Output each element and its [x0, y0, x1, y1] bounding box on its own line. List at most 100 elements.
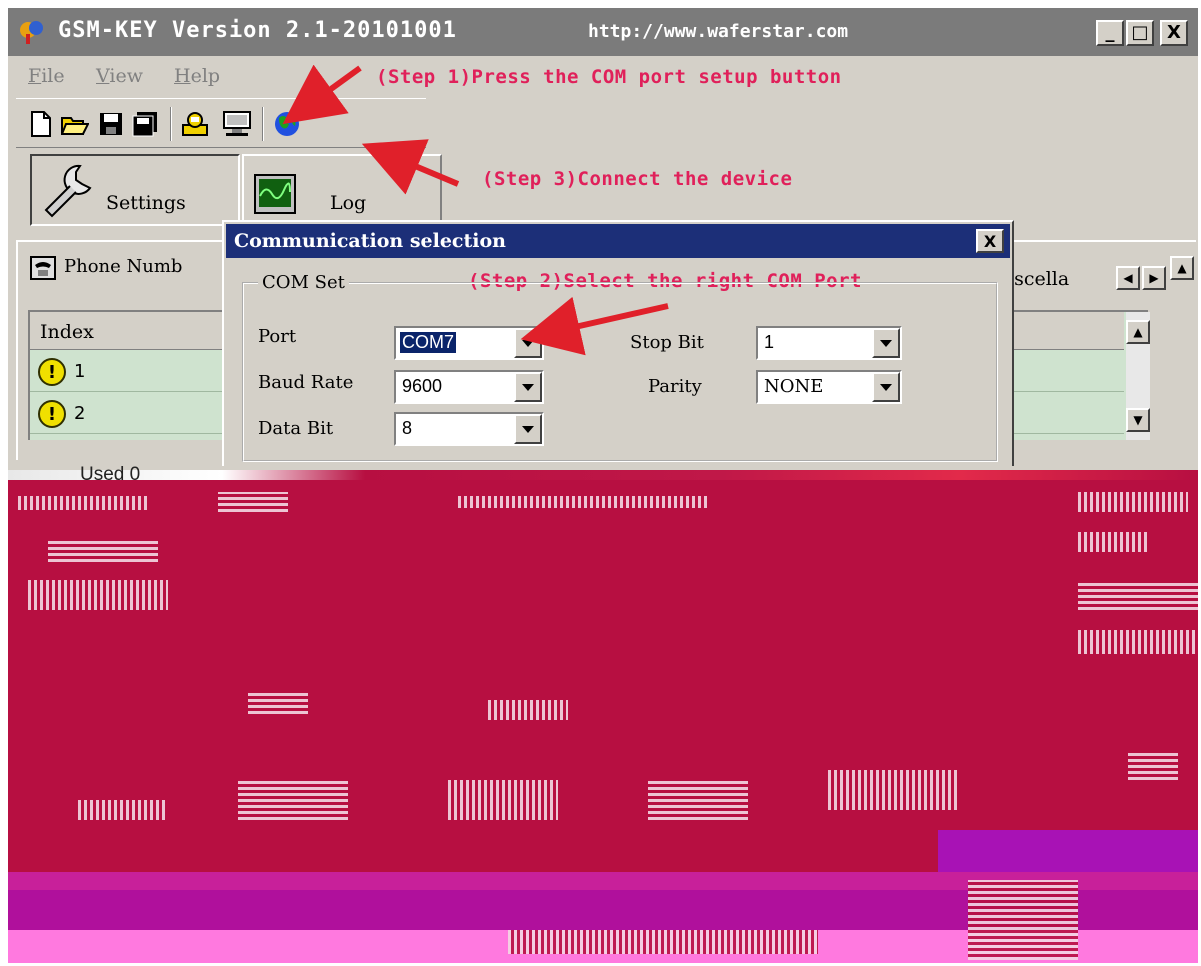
baud-rate-label: Baud Rate [258, 372, 354, 393]
window-url: http://www.waferstar.com [588, 21, 849, 42]
noise-block [828, 770, 958, 810]
tab-phone-numbers[interactable]: Phone Numb [24, 250, 234, 286]
open-button[interactable] [58, 107, 92, 141]
window-title: GSM-KEY Version 2.1-20101001 [58, 18, 457, 43]
grid-scroll-up-button[interactable]: ▲ [1126, 320, 1150, 344]
chevron-down-icon [880, 383, 892, 391]
maximize-icon: □ [1131, 22, 1149, 43]
stop-bit-value: 1 [764, 332, 775, 352]
parity-dropdown-button[interactable] [872, 372, 900, 402]
grid-scrollbar[interactable]: ▲ ▼ [1126, 312, 1150, 440]
menu-file[interactable]: File [28, 65, 65, 87]
tab-settings-label: Settings [106, 192, 186, 214]
dialog-close-button[interactable]: X [976, 229, 1004, 253]
minimize-icon: _ [1105, 22, 1115, 43]
arrow-left-icon: ◀ [1123, 271, 1133, 285]
menu-view[interactable]: View [96, 65, 143, 87]
noise-block [1078, 492, 1188, 512]
minimize-button[interactable]: _ [1096, 20, 1124, 46]
noise-block [18, 496, 148, 510]
noise-block [1078, 580, 1198, 610]
warning-icon: ! [38, 358, 66, 386]
save-all-icon [132, 112, 157, 137]
close-icon: X [983, 231, 997, 251]
noise-block [248, 690, 308, 714]
parity-select[interactable]: NONE [756, 370, 902, 404]
arrow-down-icon: ▼ [1133, 413, 1143, 427]
stop-bit-select[interactable]: 1 [756, 326, 902, 360]
panel-scroll-up-button[interactable]: ▲ [1170, 256, 1194, 280]
port-select[interactable]: COM7 [394, 326, 544, 360]
tab-settings[interactable]: Settings [30, 154, 240, 226]
tab-log-label: Log [330, 192, 367, 214]
baud-rate-select[interactable]: 9600 [394, 370, 544, 404]
app-logo-icon [20, 21, 43, 44]
chevron-down-icon [522, 339, 534, 347]
noise-block [28, 580, 168, 610]
open-folder-icon [61, 117, 89, 135]
save-all-button[interactable] [128, 107, 162, 141]
noise-block [1078, 532, 1148, 552]
connect-device-icon [223, 111, 251, 136]
baud-rate-value: 9600 [402, 376, 443, 396]
row-index: 1 [74, 361, 86, 382]
toolbar-separator [262, 107, 264, 141]
data-bit-value: 8 [402, 418, 413, 438]
noise-block [1128, 750, 1178, 780]
stop-bit-dropdown-button[interactable] [872, 328, 900, 358]
noise-block [488, 700, 568, 720]
maximize-button[interactable]: □ [1126, 20, 1154, 46]
app-window: GSM-KEY Version 2.1-20101001 http://www.… [8, 8, 1198, 963]
tab-phone-numbers-label: Phone Numb [64, 256, 183, 277]
data-bit-dropdown-button[interactable] [514, 414, 542, 444]
chevron-down-icon [522, 425, 534, 433]
port-value: COM7 [400, 332, 457, 353]
parity-label: Parity [648, 376, 702, 397]
grid-scroll-down-button[interactable]: ▼ [1126, 408, 1150, 432]
wrench-icon [44, 164, 92, 218]
noise-block [78, 800, 168, 820]
com-set-group: COM Set Port COM7 Baud Rate 9600 Data Bi… [242, 272, 998, 462]
globe-icon [275, 112, 299, 136]
noise-block [1078, 630, 1198, 654]
tab-log[interactable]: Log [242, 154, 442, 226]
noise-block [648, 780, 748, 820]
tab-miscellaneous-label[interactable]: iscella [1008, 268, 1069, 290]
row-index: 2 [74, 403, 86, 424]
toolbar-separator [170, 107, 172, 141]
new-file-icon [31, 111, 51, 137]
column-index[interactable]: Index [40, 321, 94, 343]
connect-button[interactable] [220, 107, 254, 141]
tab-scroll-left-button[interactable]: ◀ [1116, 266, 1140, 290]
save-button[interactable] [94, 107, 128, 141]
menu-help[interactable]: Help [174, 65, 220, 87]
title-bar[interactable]: GSM-KEY Version 2.1-20101001 http://www.… [8, 8, 1198, 56]
noise-block [458, 496, 708, 508]
warning-icon: ! [38, 400, 66, 428]
noise-block [218, 492, 288, 512]
data-bit-label: Data Bit [258, 418, 334, 439]
dialog-title-bar[interactable]: Communication selection X [226, 224, 1010, 258]
com-setup-button[interactable] [178, 107, 212, 141]
arrow-right-icon: ▶ [1149, 271, 1159, 285]
com-setup-icon [182, 112, 208, 136]
chevron-down-icon [522, 383, 534, 391]
tab-scroll-right-button[interactable]: ▶ [1142, 266, 1166, 290]
used-count-label: Used 0 [80, 464, 141, 485]
annotation-step1: (Step 1)Press the COM port setup button [376, 66, 842, 88]
corrupted-strip [8, 470, 1198, 480]
noise-block [968, 880, 1078, 960]
view-tabs: Settings Log [20, 150, 450, 228]
close-icon: X [1167, 22, 1181, 43]
web-button[interactable] [270, 107, 304, 141]
phone-icon [30, 256, 56, 280]
close-button[interactable]: X [1160, 20, 1188, 46]
noise-block [508, 930, 818, 954]
port-dropdown-button[interactable] [514, 328, 542, 358]
stop-bit-label: Stop Bit [630, 332, 704, 353]
oscilloscope-icon [254, 174, 296, 214]
new-file-button[interactable] [24, 107, 58, 141]
data-bit-select[interactable]: 8 [394, 412, 544, 446]
chevron-down-icon [880, 339, 892, 347]
baud-rate-dropdown-button[interactable] [514, 372, 542, 402]
